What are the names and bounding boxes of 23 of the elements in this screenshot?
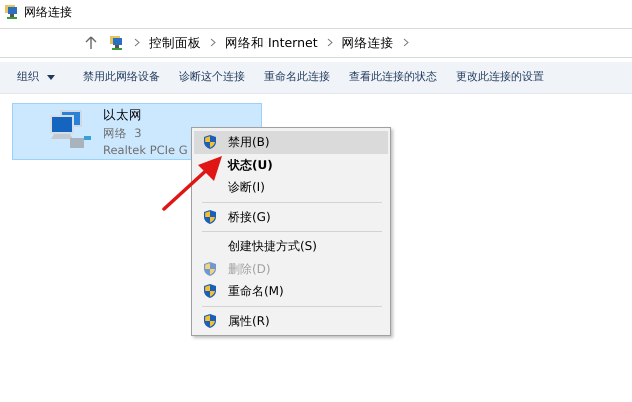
connection-name: 以太网	[103, 106, 143, 124]
toolbar-button[interactable]: 组织	[17, 69, 55, 86]
adapter-label: Realtek PCIe G	[103, 142, 188, 159]
menu-item[interactable]: 禁用(B)	[194, 131, 388, 154]
menu-item[interactable]: 创建快捷方式(S)	[194, 235, 388, 258]
breadcrumb-link[interactable]: 网络和 Internet	[225, 34, 318, 52]
toolbar-button[interactable]: 重命名此连接	[264, 69, 330, 86]
toolbar-button[interactable]: 更改此连接的设置	[456, 69, 544, 86]
breadcrumb-link[interactable]: 控制面板	[149, 34, 201, 52]
toolbar-button[interactable]: 查看此连接的状态	[349, 69, 437, 86]
breadcrumb-link[interactable]: 网络连接	[342, 34, 394, 52]
toolbar-button[interactable]: 禁用此网络设备	[83, 69, 160, 86]
network-label: 网络 3	[103, 124, 142, 142]
menu-item[interactable]: 桥接(G)	[194, 206, 388, 228]
menu-item[interactable]: 诊断(I)	[194, 176, 388, 198]
menu-item[interactable]: 属性(R)	[194, 310, 388, 332]
network-icon	[109, 35, 125, 51]
up-arrow-icon[interactable]	[85, 36, 97, 50]
menu-item[interactable]: 重命名(M)	[194, 280, 388, 302]
caret-icon	[47, 75, 55, 80]
toolbar-button[interactable]: 诊断这个连接	[179, 69, 245, 86]
network-icon	[4, 4, 20, 20]
window-title: 网络连接	[24, 4, 72, 21]
